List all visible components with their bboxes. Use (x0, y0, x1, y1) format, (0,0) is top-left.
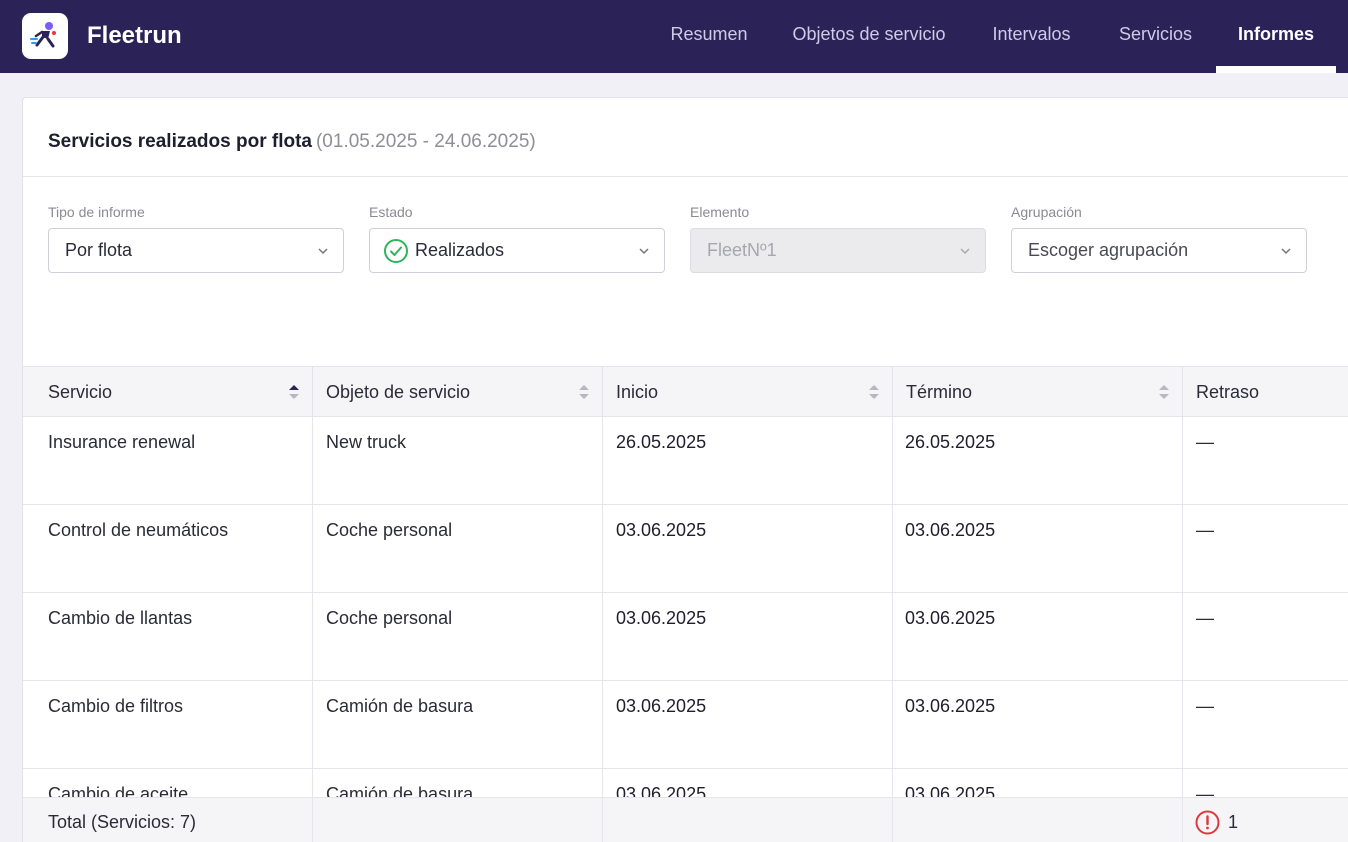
column-label: Retraso (1196, 381, 1260, 402)
app-name: Fleetrun (87, 22, 182, 49)
select-value: Realizados (415, 240, 505, 260)
filter-agrupacion: Agrupación Escoger agrupación (1011, 204, 1307, 273)
chevron-down-icon (639, 247, 649, 254)
table-row[interactable]: Insurance renewal New truck 26.05.2025 2… (23, 417, 1348, 505)
cell-retraso: — (1196, 432, 1214, 452)
cell-retraso: — (1196, 696, 1214, 716)
filter-tipo-de-informe: Tipo de informe Por flota (48, 204, 344, 273)
cell-servicio: Control de neumáticos (23, 505, 313, 592)
fleetrun-logo-icon (30, 22, 56, 48)
column-label: Objeto de servicio (326, 381, 471, 402)
column-label: Término (906, 381, 973, 402)
sort-ascending-icon (289, 385, 299, 399)
warning-circle-icon (1195, 810, 1220, 835)
check-circle-icon (384, 238, 408, 263)
filter-label: Estado (369, 204, 413, 220)
app-logo[interactable] (22, 13, 68, 59)
cell-retraso: — (1196, 520, 1214, 540)
cell-objeto: Coche personal (313, 593, 603, 680)
cell-objeto: New truck (313, 417, 603, 504)
filter-label: Tipo de informe (48, 204, 145, 220)
cell-servicio: Insurance renewal (23, 417, 313, 504)
delay-count: 1 (1228, 812, 1239, 832)
nav-objetos-de-servicio[interactable]: Objetos de servicio (782, 0, 956, 73)
report-card: Servicios realizados por flota (01.05.202… (22, 97, 1348, 842)
filter-label: Agrupación (1011, 204, 1082, 220)
select-value: Por flota (65, 240, 133, 260)
nav-servicios[interactable]: Servicios (1107, 0, 1204, 73)
column-header-servicio[interactable]: Servicio (23, 367, 313, 417)
agrupacion-select[interactable]: Escoger agrupación (1011, 228, 1307, 273)
sort-icon (579, 385, 589, 399)
nav-informes[interactable]: Informes (1216, 0, 1336, 73)
column-header-objeto[interactable]: Objeto de servicio (313, 367, 603, 417)
footer-cell (893, 798, 1183, 842)
footer-total: Total (Servicios: 7) (23, 798, 313, 842)
cell-servicio: Cambio de llantas (23, 593, 313, 680)
cell-termino: 26.05.2025 (893, 417, 1183, 504)
report-title-text: Servicios realizados por flota (48, 131, 312, 152)
cell-retraso: — (1196, 608, 1214, 628)
chevron-down-icon (318, 247, 328, 254)
select-value: FleetNº1 (707, 240, 777, 260)
table-row[interactable]: Control de neumáticos Coche personal 03.… (23, 505, 1348, 593)
column-header-retraso: Retraso (1183, 367, 1348, 417)
table-footer: Total (Servicios: 7) 1 (23, 797, 1348, 842)
cell-inicio: 03.06.2025 (603, 681, 893, 768)
chevron-down-icon (960, 247, 970, 254)
column-header-inicio[interactable]: Inicio (603, 367, 893, 417)
table-header: Servicio Objeto de servicio Inicio Térmi… (23, 366, 1348, 417)
cell-objeto: Coche personal (313, 505, 603, 592)
sort-icon (1159, 385, 1169, 399)
cell-servicio: Cambio de filtros (23, 681, 313, 768)
active-tab-indicator (1216, 66, 1336, 73)
select-placeholder: Escoger agrupación (1028, 240, 1189, 260)
nav-intervalos[interactable]: Intervalos (980, 0, 1083, 73)
elemento-select: FleetNº1 (690, 228, 986, 273)
table-row[interactable]: Cambio de filtros Camión de basura 03.06… (23, 681, 1348, 769)
filter-elemento: Elemento FleetNº1 (690, 204, 986, 273)
top-navigation-bar: Fleetrun Resumen Objetos de servicio Int… (0, 0, 1348, 73)
cell-termino: 03.06.2025 (893, 505, 1183, 592)
footer-cell (313, 798, 603, 842)
cell-termino: 03.06.2025 (893, 593, 1183, 680)
nav-resumen[interactable]: Resumen (660, 0, 758, 73)
header-divider (23, 176, 1348, 177)
footer-delay: 1 (1183, 798, 1348, 842)
tipo-de-informe-select[interactable]: Por flota (48, 228, 344, 273)
cell-inicio: 03.06.2025 (603, 505, 893, 592)
column-label: Servicio (48, 381, 113, 402)
footer-cell (603, 798, 893, 842)
cell-inicio: 26.05.2025 (603, 417, 893, 504)
chevron-down-icon (1281, 247, 1291, 254)
cell-inicio: 03.06.2025 (603, 593, 893, 680)
table-row[interactable]: Cambio de llantas Coche personal 03.06.2… (23, 593, 1348, 681)
sort-icon (869, 385, 879, 399)
column-label: Inicio (616, 381, 659, 402)
report-title: Servicios realizados por flota (01.05.202… (48, 131, 536, 153)
estado-select[interactable]: Realizados (369, 228, 665, 273)
cell-objeto: Camión de basura (313, 681, 603, 768)
filter-estado: Estado Realizados (369, 204, 665, 273)
column-header-termino[interactable]: Término (893, 367, 1183, 417)
filter-label: Elemento (690, 204, 750, 220)
report-date-range: (01.05.2025 - 24.06.2025) (315, 131, 536, 152)
cell-termino: 03.06.2025 (893, 681, 1183, 768)
